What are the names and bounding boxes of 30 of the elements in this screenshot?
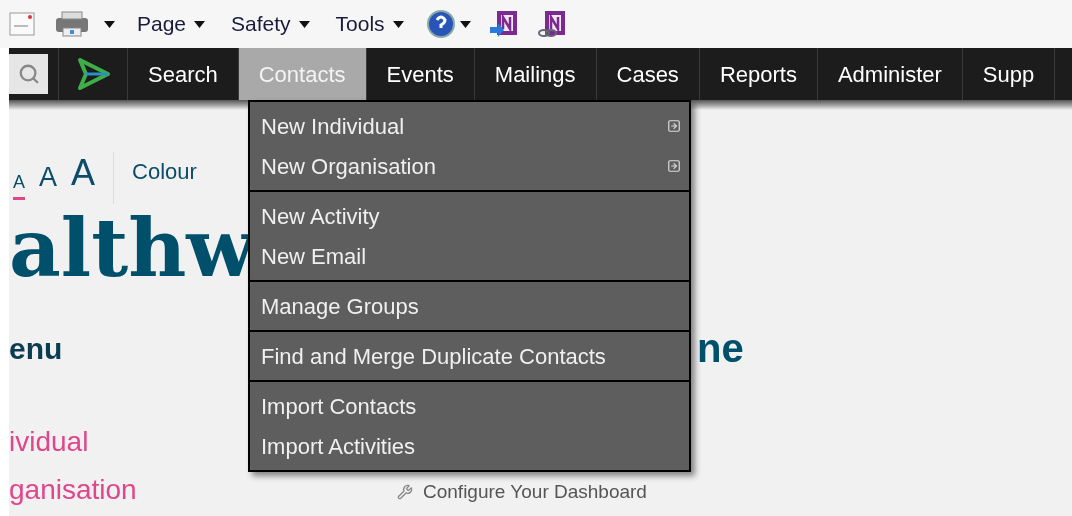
- printer-icon[interactable]: [54, 10, 90, 38]
- caret-icon: [459, 20, 471, 28]
- search-icon: [17, 63, 40, 85]
- toolbar-menu[interactable]: Page: [133, 8, 210, 40]
- help-icon[interactable]: [425, 9, 456, 39]
- submenu-icon: [667, 119, 681, 133]
- dashboard-heading: ne: [697, 325, 744, 372]
- dashboard-link[interactable]: Configure Your Dashboard: [423, 477, 647, 506]
- caret-icon: [298, 20, 310, 28]
- submenu-icon: [667, 159, 681, 173]
- toolbar-menu[interactable]: Safety: [227, 8, 314, 40]
- colour-label: Colour: [132, 158, 197, 186]
- search-field[interactable]: [9, 54, 48, 94]
- menu-item[interactable]: Find and Merge Duplicate Contacts: [250, 336, 689, 376]
- font-size-option[interactable]: A: [71, 155, 96, 200]
- menu-item[interactable]: New Individual: [250, 106, 689, 146]
- menu-item[interactable]: Import Contacts: [250, 386, 689, 426]
- menu-item[interactable]: Import Activities: [250, 426, 689, 466]
- font-size-option[interactable]: A: [39, 164, 58, 200]
- logo-icon[interactable]: [75, 57, 111, 91]
- caret-icon: [392, 20, 404, 28]
- notebook-icon[interactable]: [488, 9, 519, 39]
- font-size-option[interactable]: A: [13, 173, 25, 200]
- notebook-link-icon[interactable]: [536, 9, 567, 39]
- menu-title: enu: [9, 331, 63, 365]
- wrench-icon: [397, 483, 413, 500]
- caret-icon: [194, 20, 206, 28]
- caret-icon: [104, 20, 115, 28]
- menu-item[interactable]: New Organisation: [250, 146, 689, 186]
- toolbar-menu[interactable]: Tools: [331, 8, 408, 40]
